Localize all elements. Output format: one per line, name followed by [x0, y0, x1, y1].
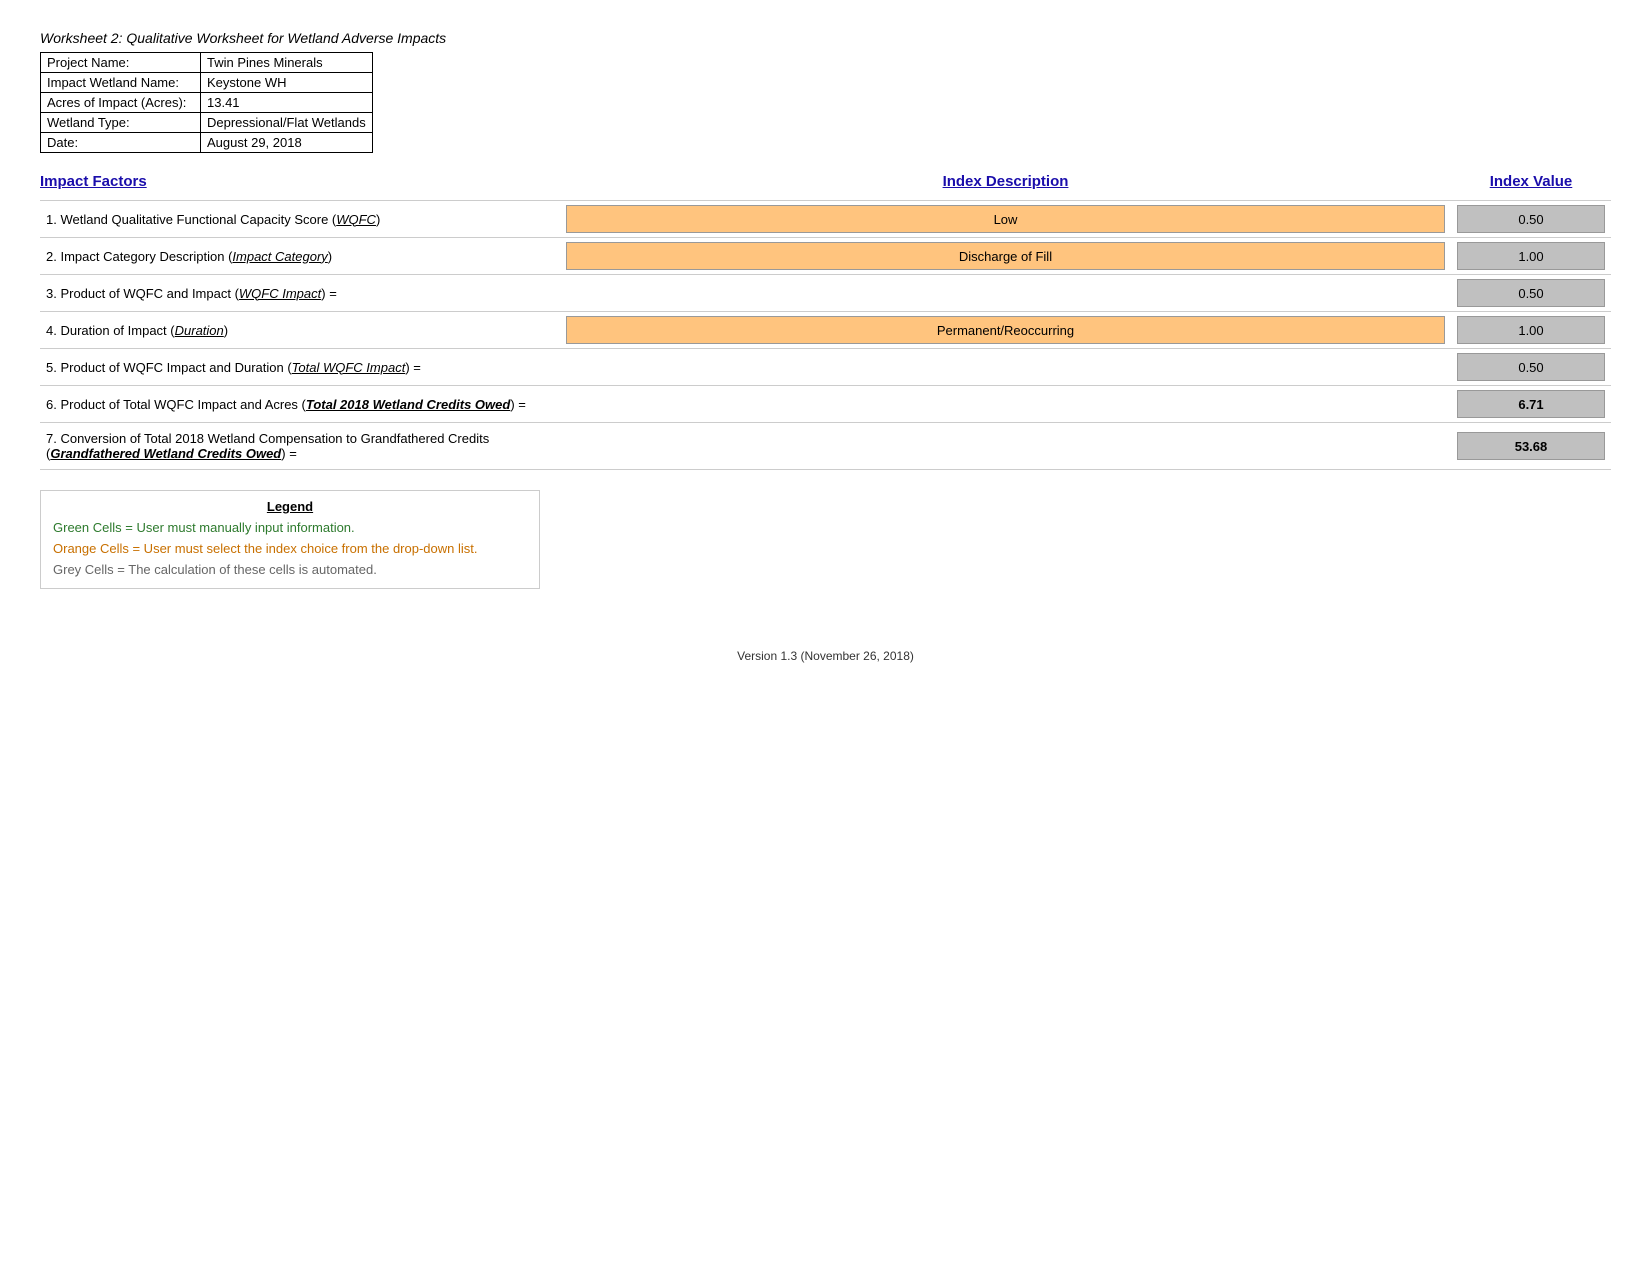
val-4-box: 1.00 [1457, 316, 1605, 344]
factor-1: 1. Wetland Qualitative Functional Capaci… [40, 201, 560, 237]
val-6: 6.71 [1451, 386, 1611, 422]
legend-title: Legend [53, 499, 527, 514]
impact-wetland-value: Keystone WH [201, 73, 373, 93]
val-3: 0.50 [1451, 275, 1611, 311]
val-7: 53.68 [1451, 423, 1611, 469]
footer: Version 1.3 (November 26, 2018) [40, 649, 1611, 663]
table-row: 1. Wetland Qualitative Functional Capaci… [40, 200, 1611, 237]
val-1: 0.50 [1451, 201, 1611, 237]
table-row: 2. Impact Category Description (Impact C… [40, 237, 1611, 274]
val-4: 1.00 [1451, 312, 1611, 348]
legend-item-green: Green Cells = User must manually input i… [53, 518, 527, 539]
factor-4: 4. Duration of Impact (Duration) [40, 312, 560, 348]
worksheet-title: Worksheet 2: Qualitative Worksheet for W… [40, 30, 1611, 46]
table-row: 5. Product of WQFC Impact and Duration (… [40, 348, 1611, 385]
info-table: Project Name: Twin Pines Minerals Impact… [40, 52, 373, 153]
val-2-box: 1.00 [1457, 242, 1605, 270]
project-name-value: Twin Pines Minerals [201, 53, 373, 73]
wetland-type-value: Depressional/Flat Wetlands [201, 113, 373, 133]
index-value-header: Index Value [1490, 173, 1573, 190]
acres-value: 13.41 [201, 93, 373, 113]
desc-1[interactable]: Low [560, 201, 1451, 237]
date-value: August 29, 2018 [201, 133, 373, 153]
project-name-label: Project Name: [41, 53, 201, 73]
footer-text: Version 1.3 (November 26, 2018) [737, 649, 914, 663]
desc-3 [560, 275, 1451, 311]
desc-4-box[interactable]: Permanent/Reoccurring [566, 316, 1445, 344]
table-row: 3. Product of WQFC and Impact (WQFC Impa… [40, 274, 1611, 311]
legend-section: Legend Green Cells = User must manually … [40, 490, 540, 589]
desc-6 [560, 386, 1451, 422]
val-1-box: 0.50 [1457, 205, 1605, 233]
val-2: 1.00 [1451, 238, 1611, 274]
acres-label: Acres of Impact (Acres): [41, 93, 201, 113]
legend-item-orange: Orange Cells = User must select the inde… [53, 539, 527, 560]
desc-5 [560, 349, 1451, 385]
table-row: 6. Product of Total WQFC Impact and Acre… [40, 385, 1611, 422]
desc-4[interactable]: Permanent/Reoccurring [560, 312, 1451, 348]
desc-2-box[interactable]: Discharge of Fill [566, 242, 1445, 270]
wetland-type-label: Wetland Type: [41, 113, 201, 133]
section-headers: Impact Factors Index Description Index V… [40, 173, 1611, 190]
table-row: 7. Conversion of Total 2018 Wetland Comp… [40, 422, 1611, 470]
factor-6: 6. Product of Total WQFC Impact and Acre… [40, 386, 560, 422]
desc-1-box[interactable]: Low [566, 205, 1445, 233]
factor-3: 3. Product of WQFC and Impact (WQFC Impa… [40, 275, 560, 311]
legend-item-grey: Grey Cells = The calculation of these ce… [53, 560, 527, 581]
val-5-box: 0.50 [1457, 353, 1605, 381]
factor-2: 2. Impact Category Description (Impact C… [40, 238, 560, 274]
factor-5: 5. Product of WQFC Impact and Duration (… [40, 349, 560, 385]
factor-7: 7. Conversion of Total 2018 Wetland Comp… [40, 423, 560, 469]
val-3-box: 0.50 [1457, 279, 1605, 307]
index-description-header: Index Description [943, 173, 1069, 190]
desc-2[interactable]: Discharge of Fill [560, 238, 1451, 274]
val-6-box: 6.71 [1457, 390, 1605, 418]
table-row: 4. Duration of Impact (Duration) Permane… [40, 311, 1611, 348]
date-label: Date: [41, 133, 201, 153]
val-7-box: 53.68 [1457, 432, 1605, 460]
impact-factors-header: Impact Factors [40, 173, 147, 190]
val-5: 0.50 [1451, 349, 1611, 385]
desc-7 [560, 423, 1451, 469]
impact-rows: 1. Wetland Qualitative Functional Capaci… [40, 200, 1611, 470]
impact-wetland-label: Impact Wetland Name: [41, 73, 201, 93]
